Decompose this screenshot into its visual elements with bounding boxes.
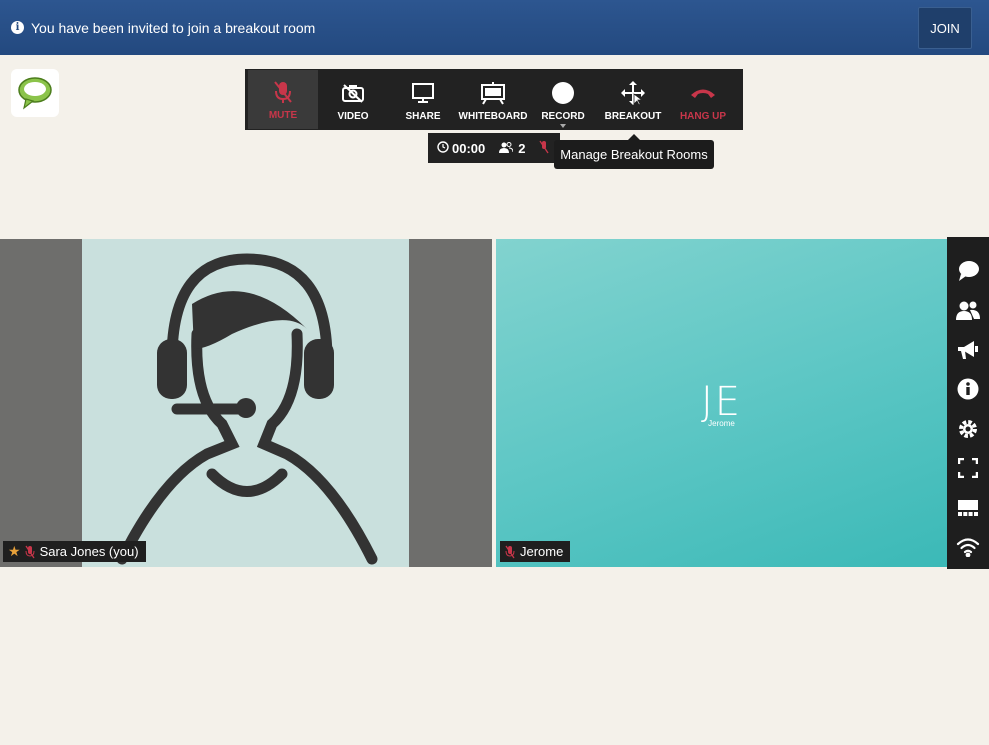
gear-icon xyxy=(959,419,977,438)
camera-off-icon xyxy=(341,79,365,107)
fullscreen-button[interactable] xyxy=(947,449,989,489)
video-label: VIDEO xyxy=(337,111,369,122)
banner-message: You have been invited to join a breakout… xyxy=(31,19,316,36)
participant-nametag: Jerome xyxy=(500,541,571,562)
fullscreen-icon xyxy=(958,458,978,479)
info-icon xyxy=(957,378,979,400)
mic-muted-icon xyxy=(539,140,550,157)
app-logo xyxy=(11,69,59,117)
info-button[interactable] xyxy=(947,370,989,410)
layout-button[interactable] xyxy=(947,488,989,528)
breakout-tooltip: Manage Breakout Rooms xyxy=(554,134,714,169)
chat-button[interactable] xyxy=(947,251,989,291)
chat-icon xyxy=(959,260,979,281)
clock-icon xyxy=(437,140,449,156)
record-dropdown-caret-icon[interactable] xyxy=(560,124,566,128)
star-icon: ★ xyxy=(8,543,21,559)
invite-banner: i You have been invited to join a breako… xyxy=(0,0,989,55)
whiteboard-button[interactable]: WHITEBOARD xyxy=(458,69,528,130)
megaphone-icon xyxy=(958,340,978,359)
headset-person-icon xyxy=(116,253,378,565)
participant-count: 2 xyxy=(518,140,526,156)
settings-button[interactable] xyxy=(947,409,989,449)
side-rail xyxy=(947,237,989,569)
participant-nametag: ★ Sara Jones (you) xyxy=(3,541,146,562)
meeting-status-bar: 00:00 2 xyxy=(428,133,560,163)
phone-hangup-icon xyxy=(689,79,717,107)
share-button[interactable]: SHARE xyxy=(388,69,458,130)
participant-tile-jerome[interactable]: JE Jerome Jerome xyxy=(496,239,947,567)
participant-caption: Jerome xyxy=(708,419,735,428)
info-icon: i xyxy=(11,21,24,34)
meeting-timer: 00:00 xyxy=(452,140,486,156)
mic-muted-icon xyxy=(505,545,515,559)
meeting-toolbar: MUTE VIDEO SHARE WHITEBOARD RECORD BREAK… xyxy=(245,69,743,130)
mute-label: MUTE xyxy=(268,110,298,121)
breakout-button[interactable]: BREAKOUT xyxy=(598,69,668,130)
video-button[interactable]: VIDEO xyxy=(318,69,388,130)
mic-muted-icon xyxy=(25,545,35,559)
mic-muted-icon xyxy=(273,78,293,106)
hang-up-label: HANG UP xyxy=(679,111,727,122)
record-circle-icon xyxy=(551,79,575,107)
participant-tile-self[interactable]: ★ Sara Jones (you) xyxy=(0,239,492,567)
monitor-icon xyxy=(411,79,435,107)
move-arrows-icon xyxy=(620,79,646,107)
wifi-icon xyxy=(956,538,980,558)
participant-name: Jerome xyxy=(520,544,564,559)
connection-button[interactable] xyxy=(947,528,989,568)
record-button[interactable]: RECORD xyxy=(528,69,598,130)
hang-up-button[interactable]: HANG UP xyxy=(668,69,738,130)
layout-icon xyxy=(958,499,978,516)
record-label: RECORD xyxy=(541,111,585,122)
whiteboard-icon xyxy=(480,79,506,107)
participant-name: Sara Jones (you) xyxy=(39,544,139,559)
share-label: SHARE xyxy=(405,111,441,122)
people-icon xyxy=(499,141,514,156)
announcements-button[interactable] xyxy=(947,330,989,370)
people-icon xyxy=(956,301,980,321)
join-button[interactable]: JOIN xyxy=(918,7,972,49)
breakout-label: BREAKOUT xyxy=(604,111,662,122)
whiteboard-label: WHITEBOARD xyxy=(458,111,528,122)
mute-button[interactable]: MUTE xyxy=(248,70,318,129)
participants-button[interactable] xyxy=(947,291,989,331)
avatar-placeholder xyxy=(82,239,409,567)
